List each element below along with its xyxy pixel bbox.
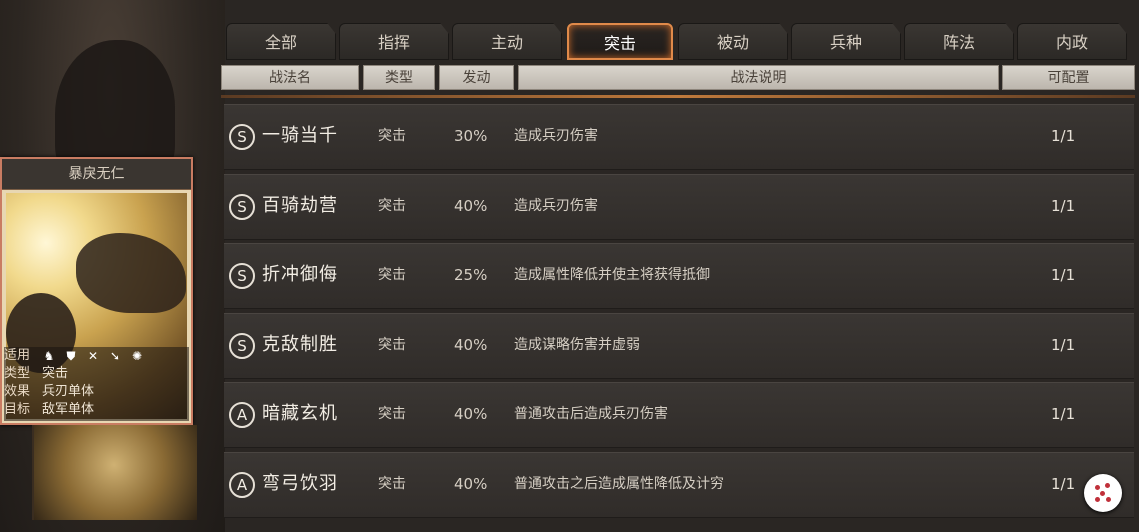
cavalry-icon: ♞ [43, 349, 55, 363]
skill-rate: 25% [454, 266, 488, 284]
info-key: 适用 [4, 348, 31, 363]
skill-desc: 造成兵刃伤害 [514, 197, 598, 214]
skill-rate: 40% [454, 196, 488, 215]
card-info: 适用 ♞ ⛊ ✕ ➘ ✺ 类型 突击 效果 兵刃单体 目标 敌军单体 [4, 347, 189, 421]
rider-figure [76, 233, 186, 313]
skill-name: 暗藏玄机 [262, 403, 338, 424]
tab-passive[interactable]: 被动 [678, 23, 788, 60]
grade-badge: A [229, 402, 255, 428]
chariot-icon: ✺ [131, 349, 143, 363]
assistant-icon-dot [1100, 491, 1105, 496]
info-row-type: 类型 突击 [4, 365, 189, 383]
skill-name: 一骑当千 [262, 125, 338, 146]
skill-type: 突击 [378, 267, 406, 283]
header-divider [221, 95, 1135, 98]
skill-type: 突击 [378, 406, 406, 422]
info-row-target: 目标 敌军单体 [4, 401, 189, 419]
tab-internal[interactable]: 内政 [1017, 23, 1127, 60]
skill-rate: 40% [454, 335, 488, 354]
skill-rate: 40% [454, 474, 488, 493]
tab-formation[interactable]: 阵法 [904, 23, 1014, 60]
skill-name: 百骑劫营 [262, 194, 338, 216]
tab-command[interactable]: 指挥 [339, 23, 449, 60]
info-key: 目标 [4, 402, 31, 417]
skill-count: 1/1 [1051, 474, 1076, 493]
skill-desc: 造成兵刃伤害 [514, 128, 598, 144]
info-value: 敌军单体 [42, 402, 95, 417]
column-header-rate[interactable]: 发动 [439, 65, 514, 90]
column-header-config[interactable]: 可配置 [1002, 65, 1135, 90]
skill-card[interactable]: 暴戾无仁 适用 ♞ ⛊ ✕ ➘ ✺ 类型 突击 效果 兵刃单体 目标 敌军单体 [0, 157, 193, 425]
skill-type: 突击 [378, 197, 406, 214]
table-header: 战法名 类型 发动 战法说明 可配置 [221, 65, 1135, 90]
skill-name: 折冲御侮 [262, 264, 338, 285]
card-title: 暴戾无仁 [2, 159, 191, 190]
skill-count: 1/1 [1051, 335, 1076, 354]
skill-name: 克敌制胜 [262, 333, 338, 355]
skill-row[interactable]: S 一骑当千 突击 30% 造成兵刃伤害 1/1 [224, 104, 1134, 170]
column-header-type[interactable]: 类型 [363, 65, 435, 90]
skill-count: 1/1 [1051, 196, 1076, 215]
skill-desc: 造成属性降低并使主将获得抵御 [514, 267, 710, 283]
skill-row[interactable]: A 弯弓饮羽 突击 40% 普通攻击之后造成属性降低及计穷 1/1 [224, 451, 1134, 518]
skill-row[interactable]: S 克敌制胜 突击 40% 造成谋略伤害并虚弱 1/1 [224, 312, 1134, 379]
grade-badge: S [229, 124, 255, 150]
skill-list: S 一骑当千 突击 30% 造成兵刃伤害 1/1 S 百骑劫营 突击 40% 造… [224, 104, 1134, 521]
skill-rate: 30% [454, 127, 488, 145]
spear-icon: ➘ [109, 349, 121, 363]
tab-all[interactable]: 全部 [226, 23, 336, 60]
assistant-icon-dot [1095, 497, 1100, 502]
assistant-icon-dot [1095, 485, 1100, 490]
skill-type: 突击 [378, 128, 406, 144]
grade-badge: S [229, 332, 255, 359]
skill-type: 突击 [378, 475, 406, 492]
skill-count: 1/1 [1051, 127, 1076, 145]
card-art-lower [32, 425, 197, 520]
tab-active[interactable]: 主动 [452, 23, 562, 60]
info-key: 效果 [4, 384, 31, 399]
assistant-icon-dot [1105, 483, 1110, 488]
skill-desc: 普通攻击后造成兵刃伤害 [514, 406, 668, 422]
skill-type: 突击 [378, 336, 406, 353]
category-tabs: 全部 指挥 主动 突击 被动 兵种 阵法 内政 [226, 23, 1127, 60]
skill-desc: 普通攻击之后造成属性降低及计穷 [514, 475, 724, 492]
skill-rate: 40% [454, 405, 488, 423]
assistant-icon-dot [1106, 497, 1111, 502]
info-value: 兵刃单体 [42, 384, 95, 399]
assistant-button[interactable] [1084, 474, 1122, 512]
grade-badge: A [229, 471, 255, 498]
tab-assault[interactable]: 突击 [567, 23, 673, 60]
info-row-applicable: 适用 ♞ ⛊ ✕ ➘ ✺ [4, 347, 189, 365]
troop-icons: ♞ ⛊ ✕ ➘ ✺ [42, 347, 144, 365]
grade-badge: S [229, 193, 255, 220]
skill-count: 1/1 [1051, 405, 1076, 423]
bow-icon: ✕ [87, 349, 99, 363]
skill-row[interactable]: S 折冲御侮 突击 25% 造成属性降低并使主将获得抵御 1/1 [224, 243, 1134, 309]
info-key: 类型 [4, 366, 31, 381]
skill-row[interactable]: S 百骑劫营 突击 40% 造成兵刃伤害 1/1 [224, 173, 1134, 240]
skill-desc: 造成谋略伤害并虚弱 [514, 336, 640, 353]
info-row-effect: 效果 兵刃单体 [4, 383, 189, 401]
column-header-name[interactable]: 战法名 [221, 65, 359, 90]
shield-icon: ⛊ [66, 349, 76, 363]
info-value: 突击 [42, 366, 69, 381]
tab-troop[interactable]: 兵种 [791, 23, 901, 60]
skill-row[interactable]: A 暗藏玄机 突击 40% 普通攻击后造成兵刃伤害 1/1 [224, 382, 1134, 448]
column-header-desc: 战法说明 [518, 65, 999, 90]
skill-name: 弯弓饮羽 [262, 472, 338, 494]
skill-count: 1/1 [1051, 266, 1076, 284]
grade-badge: S [229, 263, 255, 289]
